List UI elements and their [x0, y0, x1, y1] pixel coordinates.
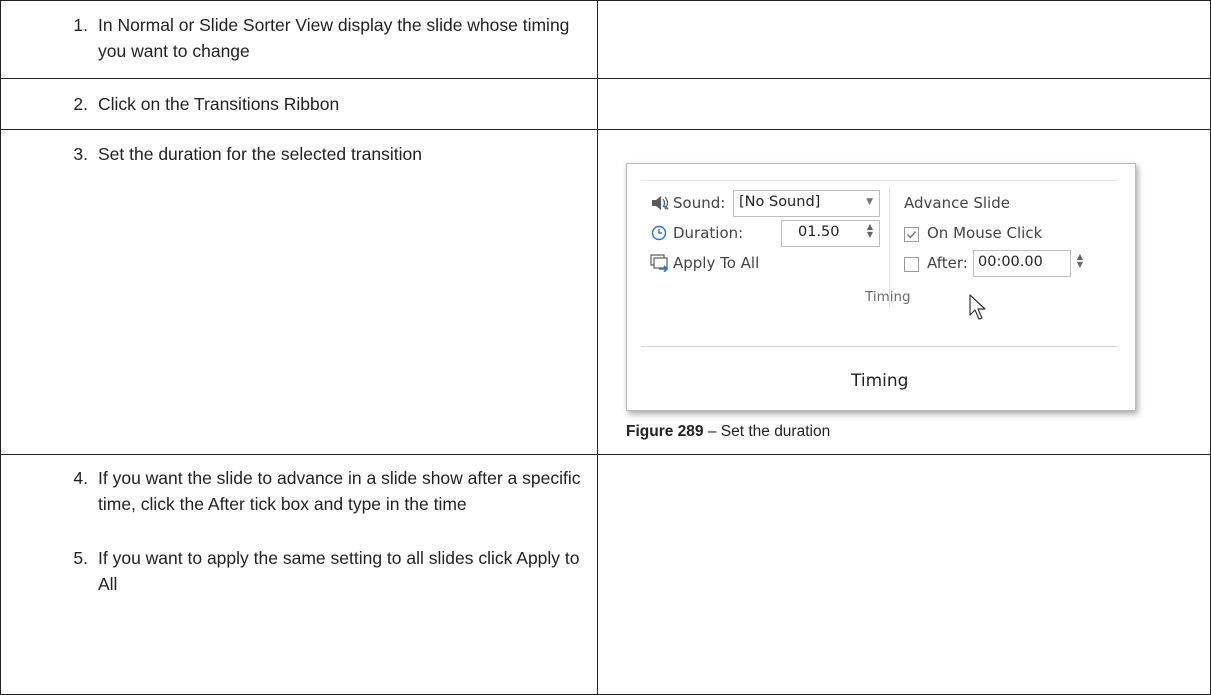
apply-all-icon: [650, 254, 669, 272]
step-number: 4.: [73, 468, 88, 488]
table-row: 1. In Normal or Slide Sorter View displa…: [0, 0, 1211, 79]
checkmark-icon: [907, 231, 917, 239]
ribbon-screenshot: Sound: [No Sound] ▼ Duration: 01.50 ▲ ▼ A…: [626, 163, 1136, 411]
after-time-field[interactable]: 00:00.00: [973, 250, 1071, 277]
chevron-down-icon: ▼: [866, 197, 873, 207]
on-mouse-click-checkbox[interactable]: [904, 227, 919, 242]
mouse-cursor-icon: [969, 294, 986, 320]
step-item: 4. If you want the slide to advance in a…: [1, 455, 597, 517]
duration-value: 01.50: [798, 224, 840, 240]
duration-label: Duration:: [673, 224, 744, 242]
figure-number: Figure 289: [626, 423, 704, 440]
step-text: If you want to apply the same setting to…: [98, 548, 580, 594]
after-label: After:: [927, 254, 968, 272]
after-checkbox[interactable]: [904, 257, 919, 272]
table-row: 4. If you want the slide to advance in a…: [0, 454, 1211, 695]
step-cell: 2. Click on the Transitions Ribbon: [0, 78, 598, 130]
timing-group: Sound: [No Sound] ▼ Duration: 01.50 ▲ ▼ A…: [641, 180, 1117, 347]
step-item: 1. In Normal or Slide Sorter View displa…: [1, 1, 597, 64]
step-cell: 4. If you want the slide to advance in a…: [0, 454, 598, 695]
clock-icon: [651, 225, 667, 241]
advance-slide-heading: Advance Slide: [904, 194, 1010, 212]
sound-dropdown[interactable]: [No Sound] ▼: [733, 190, 880, 217]
apply-to-all-button[interactable]: Apply To All: [673, 254, 759, 272]
step-cell: 1. In Normal or Slide Sorter View displa…: [0, 0, 598, 79]
step-item: 3. Set the duration for the selected tra…: [1, 130, 597, 167]
duration-spinner[interactable]: ▲ ▼: [865, 223, 875, 239]
figure-caption: Figure 289 – Set the duration: [626, 423, 830, 441]
figure-cell: [597, 454, 1211, 695]
step-number: 3.: [73, 144, 88, 164]
table-row: 2. Click on the Transitions Ribbon: [0, 78, 1211, 130]
group-label: Timing: [865, 289, 911, 305]
step-text: Click on the Transitions Ribbon: [98, 94, 340, 114]
sound-value: [No Sound]: [739, 194, 821, 210]
figure-cell: [597, 78, 1211, 130]
speaker-icon: [652, 196, 669, 210]
step-number: 1.: [73, 15, 88, 35]
step-item: 5. If you want to apply the same setting…: [1, 517, 597, 597]
step-text: In Normal or Slide Sorter View display t…: [98, 15, 570, 61]
after-time-value: 00:00.00: [978, 254, 1043, 270]
step-number: 2.: [73, 94, 88, 114]
sound-label: Sound:: [673, 194, 726, 212]
after-time-spinner[interactable]: ▲ ▼: [1075, 253, 1085, 269]
figure-cell: [597, 0, 1211, 79]
figure-caption-text: – Set the duration: [703, 423, 831, 440]
step-item: 2. Click on the Transitions Ribbon: [1, 79, 597, 117]
step-number: 5.: [73, 548, 88, 568]
step-cell: 3. Set the duration for the selected tra…: [0, 129, 598, 455]
on-mouse-click-label: On Mouse Click: [927, 224, 1043, 242]
step-text: If you want the slide to advance in a sl…: [98, 468, 581, 514]
timing-callout-label: Timing: [851, 371, 909, 391]
step-text: Set the duration for the selected transi…: [98, 144, 422, 164]
